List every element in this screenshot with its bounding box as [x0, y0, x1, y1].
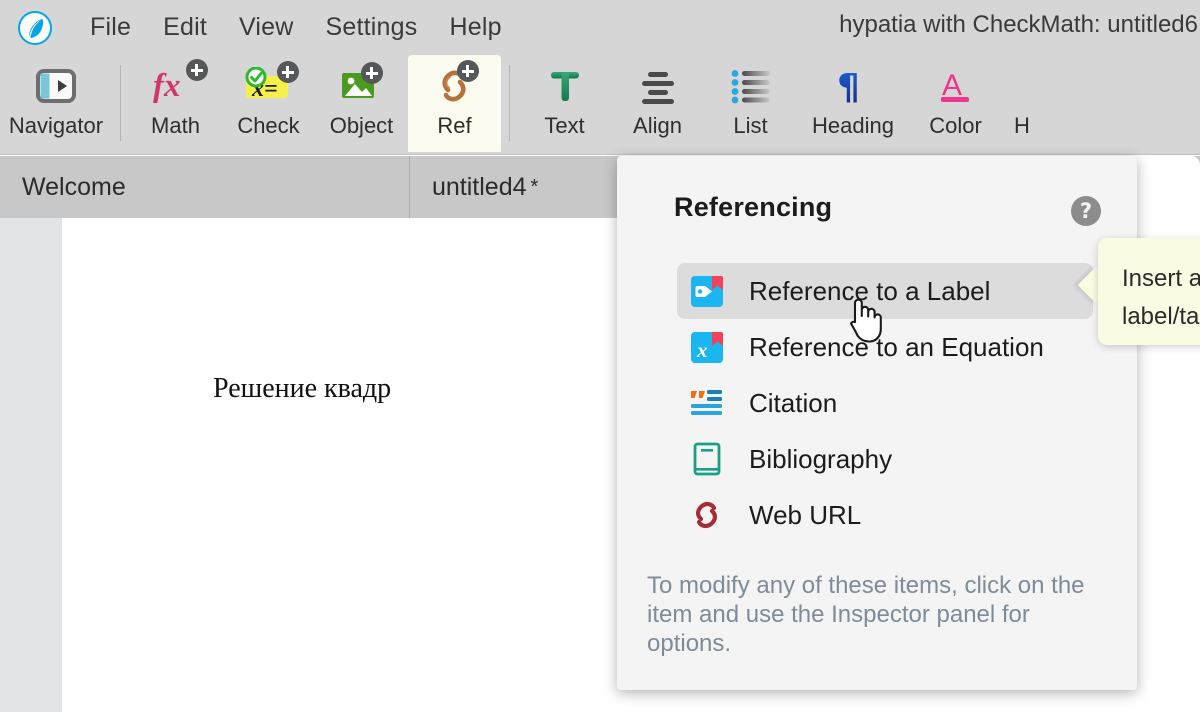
toolbar-separator-2 — [509, 65, 510, 141]
svg-text:x: x — [696, 338, 708, 362]
chain-link-icon — [434, 63, 476, 109]
tooltip-line-2: label/ta — [1122, 298, 1200, 336]
toolbar-button-ref[interactable]: Ref — [408, 55, 501, 152]
toolbar-button-math[interactable]: fx Math — [129, 55, 222, 152]
toolbar-label-navigator: Navigator — [9, 113, 103, 139]
toolbar-label-list: List — [733, 113, 767, 139]
toolbar-button-check[interactable]: x= Check — [222, 55, 315, 152]
menu-settings[interactable]: Settings — [310, 13, 434, 42]
toolbar-label-color: Color — [929, 113, 982, 139]
tooltip-line-1: Insert a — [1122, 260, 1200, 298]
toolbar-label-math: Math — [151, 113, 200, 139]
add-badge-icon — [361, 62, 383, 84]
menu-item-reference-to-a-label[interactable]: Reference to a Label — [677, 263, 1093, 319]
document-text: Решение квадр — [213, 373, 391, 405]
pilcrow-heading-icon: ¶ — [834, 63, 872, 109]
toolbar-label-highlight: H — [1014, 113, 1030, 139]
tab-welcome-label: Welcome — [22, 173, 126, 202]
toolbar-button-text[interactable]: Text — [518, 55, 611, 152]
bibliography-book-icon — [687, 439, 727, 479]
text-t-icon — [546, 63, 584, 109]
help-question-icon[interactable]: ? — [1071, 196, 1101, 226]
popup-title: Referencing — [674, 192, 832, 223]
menu-item-label: Bibliography — [749, 444, 892, 475]
quill-logo-icon[interactable] — [18, 11, 52, 45]
tab-untitled4-label: untitled4 — [432, 173, 527, 202]
toolbar-separator-1 — [120, 65, 121, 141]
add-badge-icon — [186, 59, 208, 81]
toolbar-label-check: Check — [237, 113, 299, 139]
toolbar-label-align: Align — [633, 113, 682, 139]
application-window: File Edit View Settings Help hypatia wit… — [0, 0, 1200, 712]
tooltip: Insert a label/ta — [1098, 238, 1200, 345]
menu-view[interactable]: View — [223, 13, 310, 42]
window-title: hypatia with CheckMath: untitled6 — [839, 11, 1200, 39]
toolbar-button-highlight[interactable]: H — [1002, 55, 1042, 152]
toolbar-label-heading: Heading — [812, 113, 894, 139]
add-badge-icon — [277, 61, 299, 83]
toolbar-label-object: Object — [330, 113, 394, 139]
menu-bar: File Edit View Settings Help hypatia wit… — [0, 0, 1200, 55]
toolbar-button-object[interactable]: Object — [315, 55, 408, 152]
toolbar-button-list[interactable]: List — [704, 55, 797, 152]
align-center-icon — [637, 63, 679, 109]
menu-item-label: Reference to an Equation — [749, 332, 1044, 363]
menu-item-reference-to-an-equation[interactable]: x Reference to an Equation — [677, 319, 1093, 375]
web-url-chain-icon — [687, 495, 727, 535]
svg-text:fx: fx — [153, 68, 181, 104]
quill-glyph — [27, 18, 45, 40]
bullet-list-icon — [730, 63, 772, 109]
menu-item-label: Citation — [749, 388, 837, 419]
add-badge-icon — [457, 60, 479, 82]
toolbar-button-align[interactable]: Align — [611, 55, 704, 152]
toolbar: Navigator fx Math x= — [0, 55, 1200, 155]
menu-item-label: Web URL — [749, 500, 861, 531]
tab-welcome[interactable]: Welcome — [0, 156, 410, 218]
menu-item-web-url[interactable]: Web URL — [677, 487, 1093, 543]
popup-note: To modify any of these items, click on t… — [647, 571, 1107, 658]
toolbar-button-color[interactable]: A Color — [909, 55, 1002, 152]
document-left-margin — [0, 218, 62, 712]
toolbar-button-heading[interactable]: ¶ Heading — [797, 55, 909, 152]
svg-text:¶: ¶ — [837, 67, 860, 105]
check-equation-icon: x= — [243, 63, 295, 109]
menu-file[interactable]: File — [74, 13, 147, 42]
menu-help[interactable]: Help — [433, 13, 517, 42]
menu-item-citation[interactable]: Citation — [677, 375, 1093, 431]
citation-quote-icon — [687, 383, 727, 423]
toolbar-label-ref: Ref — [437, 113, 471, 139]
navigator-panel-icon — [36, 63, 76, 109]
tab-untitled4-modified: * — [531, 176, 539, 199]
toolbar-button-navigator[interactable]: Navigator — [0, 55, 112, 152]
fx-math-icon: fx — [153, 63, 199, 109]
menu-edit[interactable]: Edit — [147, 13, 223, 42]
image-object-icon — [341, 63, 383, 109]
mouse-cursor-pointing-hand — [843, 292, 883, 344]
referencing-popup: Referencing ? Reference to a Label — [617, 156, 1137, 690]
toolbar-label-text: Text — [544, 113, 584, 139]
menu-item-bibliography[interactable]: Bibliography — [677, 431, 1093, 487]
label-tag-bookmark-icon — [687, 271, 727, 311]
equation-x-bookmark-icon: x — [687, 327, 727, 367]
color-a-icon: A — [937, 63, 975, 109]
